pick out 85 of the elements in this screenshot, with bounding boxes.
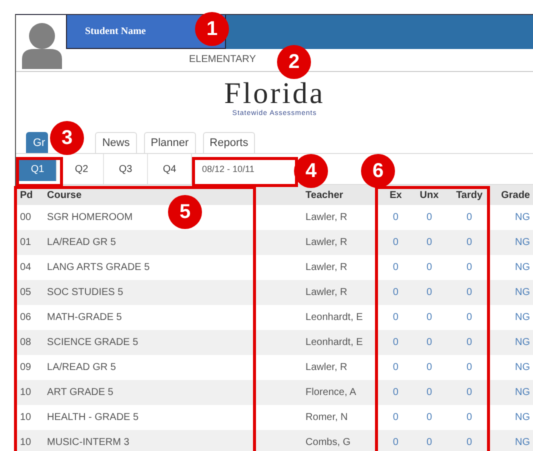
table-link[interactable]: NG xyxy=(515,362,530,373)
table-cell: 08 xyxy=(20,337,32,348)
table-link[interactable]: 0 xyxy=(426,262,432,273)
table-cell: Lawler, R xyxy=(306,212,348,223)
table-cell: 06 xyxy=(20,312,32,323)
table-link[interactable]: 0 xyxy=(426,437,432,448)
table-cell: MUSIC-INTERM 3 xyxy=(47,437,130,448)
table-link[interactable]: 0 xyxy=(392,362,398,373)
table-cell: ART GRADE 5 xyxy=(47,387,114,398)
table-cell: Leonhardt, E xyxy=(306,337,363,348)
table-link[interactable]: 0 xyxy=(466,312,472,323)
table-link[interactable]: NG xyxy=(515,387,530,398)
table-link[interactable]: 0 xyxy=(392,337,398,348)
tab[interactable]: News xyxy=(95,132,137,153)
table-cell: 09 xyxy=(20,362,32,373)
tab[interactable]: Reports xyxy=(202,132,256,153)
table-link[interactable]: 0 xyxy=(466,362,472,373)
table-cell: SOC STUDIES 5 xyxy=(47,287,124,298)
table-link[interactable]: 0 xyxy=(392,412,398,423)
table-cell: Combs, G xyxy=(306,437,351,448)
number-marker: 5 xyxy=(168,195,202,229)
tab[interactable]: Gr xyxy=(26,132,48,153)
table-link[interactable]: NG xyxy=(515,212,530,223)
table-link[interactable]: 0 xyxy=(392,437,398,448)
table-cell: LA/READ GR 5 xyxy=(47,237,116,248)
table-cell: Lawler, R xyxy=(306,262,348,273)
table-cell: Romer, N xyxy=(306,412,348,423)
number-marker: 4 xyxy=(294,154,328,188)
table-cell: Florence, A xyxy=(306,387,356,398)
table-link[interactable]: NG xyxy=(515,412,530,423)
tab[interactable]: Planner xyxy=(144,132,196,153)
table-link[interactable]: 0 xyxy=(426,312,432,323)
table-link[interactable]: NG xyxy=(515,237,530,248)
table-link[interactable]: NG xyxy=(515,262,530,273)
number-marker: 6 xyxy=(361,154,395,188)
table-cell: LA/READ GR 5 xyxy=(47,362,116,373)
table-cell: HEALTH - GRADE 5 xyxy=(47,412,139,423)
table-link[interactable]: 0 xyxy=(426,412,432,423)
table-cell: 10 xyxy=(20,412,32,423)
table-link[interactable]: 0 xyxy=(466,437,472,448)
table-link[interactable]: 0 xyxy=(466,412,472,423)
number-marker: 2 xyxy=(277,45,311,79)
table-cell: Lawler, R xyxy=(306,287,348,298)
table-link[interactable]: 0 xyxy=(392,212,398,223)
table-cell: MATH-GRADE 5 xyxy=(47,312,122,323)
table-link[interactable]: 0 xyxy=(426,287,432,298)
table-link[interactable]: 0 xyxy=(392,237,398,248)
table-link[interactable]: 0 xyxy=(392,262,398,273)
table-cell: Leonhardt, E xyxy=(306,312,363,323)
table-link[interactable]: 0 xyxy=(466,237,472,248)
table-link[interactable]: 0 xyxy=(426,387,432,398)
table-cell: 04 xyxy=(20,262,32,273)
table-cell: Lawler, R xyxy=(306,362,348,373)
table-link[interactable]: 0 xyxy=(466,287,472,298)
table-link[interactable]: 0 xyxy=(466,212,472,223)
table-link[interactable]: NG xyxy=(515,337,530,348)
table-link[interactable]: 0 xyxy=(392,287,398,298)
table-cell: LANG ARTS GRADE 5 xyxy=(47,262,150,273)
table-cell: 05 xyxy=(20,287,32,298)
table-cell: 10 xyxy=(20,387,32,398)
table-link[interactable]: NG xyxy=(515,287,530,298)
table-link[interactable]: NG xyxy=(515,437,530,448)
column-header: Teacher xyxy=(302,185,380,205)
column-header: Grade xyxy=(492,185,533,205)
table-link[interactable]: 0 xyxy=(426,362,432,373)
table-cell: Lawler, R xyxy=(306,237,348,248)
avatar-icon xyxy=(20,21,64,69)
logo-title: Florida xyxy=(224,78,325,110)
table-link[interactable]: 0 xyxy=(466,262,472,273)
table-link[interactable]: 0 xyxy=(426,237,432,248)
number-marker: 3 xyxy=(50,121,84,155)
table-cell: 10 xyxy=(20,437,32,448)
school-name: ELEMENTARY xyxy=(189,54,256,65)
table-link[interactable]: 0 xyxy=(392,312,398,323)
table-link[interactable]: 0 xyxy=(392,387,398,398)
table-cell: SGR HOMEROOM xyxy=(47,212,133,223)
table-link[interactable]: 0 xyxy=(426,212,432,223)
table-cell: 00 xyxy=(20,212,32,223)
table-cell: SCIENCE GRADE 5 xyxy=(47,337,138,348)
date-range: 08/12 - 10/11 xyxy=(202,164,254,174)
table-link[interactable]: NG xyxy=(515,312,530,323)
table-link[interactable]: 0 xyxy=(466,387,472,398)
table-link[interactable]: 0 xyxy=(426,337,432,348)
table-cell: 01 xyxy=(20,237,32,248)
table-link[interactable]: 0 xyxy=(466,337,472,348)
